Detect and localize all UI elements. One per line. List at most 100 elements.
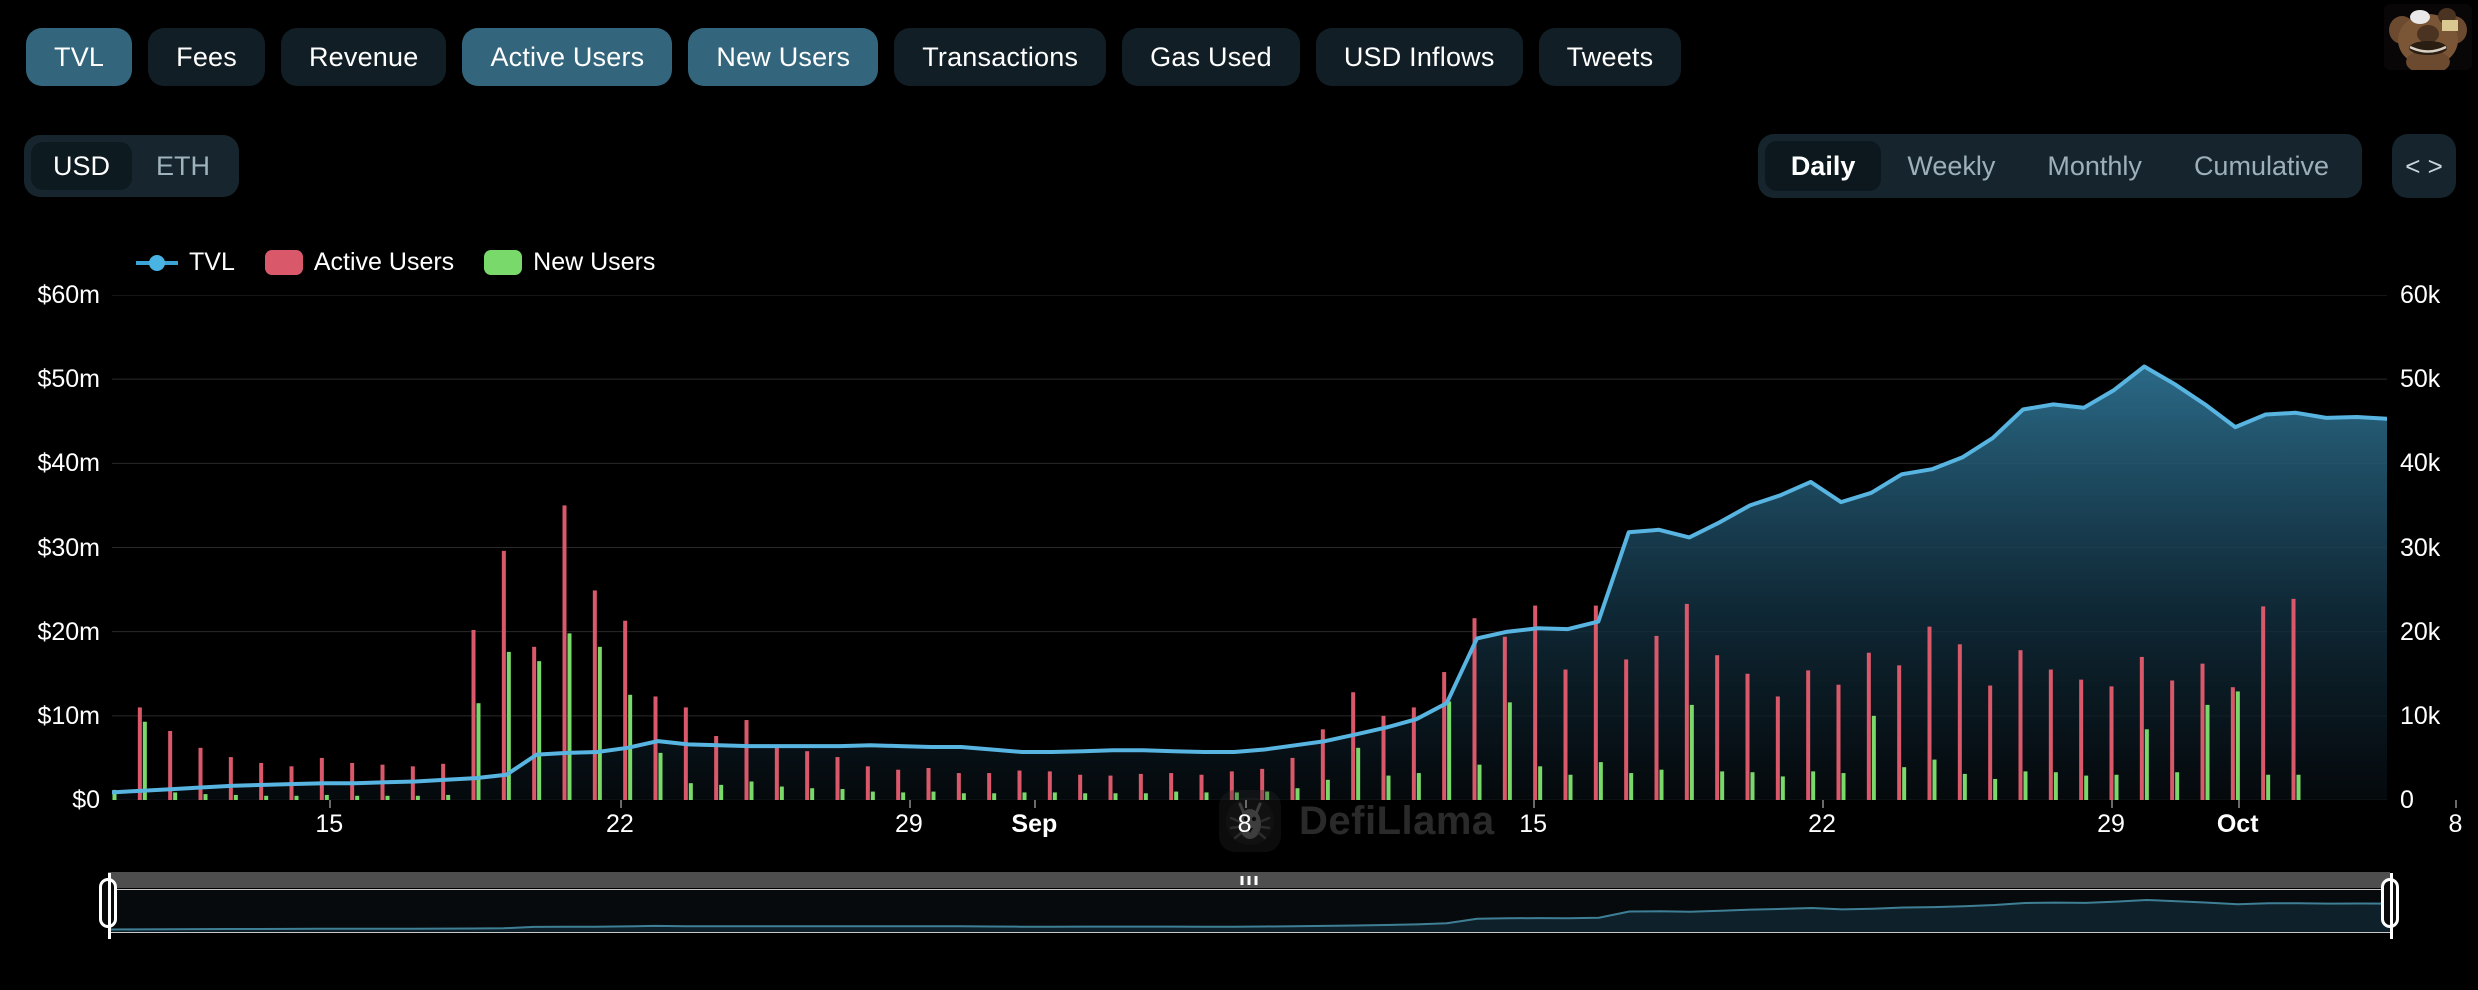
tvl-line-marker-icon — [136, 253, 178, 273]
bar-active-users — [1685, 604, 1689, 800]
x-axis-tick — [1034, 800, 1036, 808]
brush-handle-right[interactable] — [2381, 878, 2399, 928]
bar-active-users — [1139, 774, 1143, 800]
plot-canvas[interactable]: DefiLlama — [112, 295, 2387, 800]
legend-label-active-users: Active Users — [314, 248, 454, 277]
bar-active-users — [1230, 771, 1234, 800]
interval-cumulative[interactable]: Cumulative — [2168, 141, 2355, 191]
date-range-brush[interactable] — [108, 872, 2390, 934]
legend-item-new-users[interactable]: New Users — [484, 248, 655, 277]
x-axis-tick — [329, 800, 331, 808]
metric-tab-revenue[interactable]: Revenue — [281, 28, 446, 86]
x-axis-tick — [1245, 800, 1247, 808]
y-axis-right-tick: 0 — [2400, 786, 2414, 815]
bar-new-users — [1296, 788, 1300, 800]
bar-new-users — [568, 633, 572, 800]
y-axis-right-tick: 50k — [2400, 365, 2440, 394]
bar-new-users — [659, 753, 663, 800]
bar-new-users — [1144, 793, 1148, 800]
bar-new-users — [2266, 775, 2270, 800]
bar-new-users — [2054, 772, 2058, 800]
metric-tab-new-users[interactable]: New Users — [688, 28, 878, 86]
brush-track[interactable] — [108, 872, 2390, 888]
metric-tab-row: TVL Fees Revenue Active Users New Users Trans… — [26, 28, 1681, 86]
bar-new-users — [1478, 765, 1482, 800]
brush-mini-chart — [108, 890, 2390, 933]
brush-handle-left[interactable] — [99, 878, 117, 928]
bar-new-users — [1629, 773, 1633, 800]
active-users-swatch-icon — [265, 250, 303, 275]
bar-new-users — [204, 794, 208, 800]
bar-active-users — [2110, 686, 2114, 800]
bar-new-users — [477, 703, 481, 800]
bar-new-users — [1690, 705, 1694, 800]
bear-mascot-avatar[interactable] — [2384, 4, 2472, 70]
bar-new-users — [1872, 716, 1876, 800]
y-axis-right-tick: 10k — [2400, 702, 2440, 731]
brush-handle-right-stem — [2390, 873, 2393, 939]
legend-item-active-users[interactable]: Active Users — [265, 248, 454, 277]
code-brackets-icon: < > — [2405, 151, 2443, 182]
metric-tab-transactions[interactable]: Transactions — [894, 28, 1106, 86]
bar-new-users — [1720, 771, 1724, 800]
watermark-text: DefiLlama — [1299, 799, 1495, 844]
metric-tab-tvl[interactable]: TVL — [26, 28, 132, 86]
y-axis-left-tick: $50m — [37, 365, 100, 394]
chart-area[interactable]: DefiLlama $0$10m$20m$30m$40m$50m$60m 010… — [0, 295, 2478, 825]
bar-active-users — [2079, 680, 2083, 800]
bar-active-users — [1442, 672, 1446, 800]
bar-new-users — [1963, 774, 1967, 800]
bar-active-users — [502, 551, 506, 800]
bar-active-users — [532, 647, 536, 800]
bar-active-users — [1169, 773, 1173, 800]
legend-item-tvl[interactable]: TVL — [136, 248, 235, 277]
interval-daily[interactable]: Daily — [1765, 141, 1882, 191]
x-axis-tick — [2455, 800, 2457, 808]
bar-active-users — [775, 745, 779, 800]
bar-new-users — [2115, 775, 2119, 800]
bar-new-users — [537, 661, 541, 800]
bar-active-users — [896, 770, 900, 800]
metric-tab-gas-used[interactable]: Gas Used — [1122, 28, 1300, 86]
bar-active-users — [2170, 680, 2174, 800]
bar-new-users — [1417, 773, 1421, 800]
brush-grip-handle[interactable] — [1241, 876, 1258, 885]
bar-new-users — [1842, 773, 1846, 800]
bar-new-users — [1569, 775, 1573, 800]
bar-active-users — [1503, 637, 1507, 800]
bar-active-users — [623, 621, 627, 800]
bar-active-users — [2049, 670, 2053, 800]
interval-monthly[interactable]: Monthly — [2021, 141, 2168, 191]
metric-tab-tweets[interactable]: Tweets — [1539, 28, 1682, 86]
bar-active-users — [866, 766, 870, 800]
bar-new-users — [2175, 772, 2179, 800]
x-axis-tick-label: 22 — [1808, 810, 1836, 839]
legend-label-new-users: New Users — [533, 248, 655, 277]
bar-active-users — [836, 757, 840, 800]
bar-new-users — [750, 781, 754, 800]
bar-new-users — [2024, 771, 2028, 800]
embed-code-button[interactable]: < > — [2392, 134, 2456, 198]
bar-active-users — [259, 763, 263, 800]
denomination-usd[interactable]: USD — [31, 142, 132, 190]
bar-active-users — [1291, 758, 1295, 800]
bar-new-users — [1751, 772, 1755, 800]
bar-new-users — [962, 793, 966, 800]
bar-active-users — [2261, 606, 2265, 800]
interval-weekly[interactable]: Weekly — [1881, 141, 2021, 191]
defillama-protocol-chart-page: TVL Fees Revenue Active Users New Users Trans… — [0, 0, 2478, 990]
metric-tab-usd-inflows[interactable]: USD Inflows — [1316, 28, 1523, 86]
bar-new-users — [1447, 702, 1451, 800]
denomination-eth[interactable]: ETH — [134, 142, 232, 190]
metric-tab-active-users[interactable]: Active Users — [462, 28, 672, 86]
y-axis-left-tick: $20m — [37, 618, 100, 647]
bar-new-users — [173, 792, 177, 800]
metric-tab-fees[interactable]: Fees — [148, 28, 265, 86]
bar-active-users — [1260, 769, 1264, 800]
bar-new-users — [2206, 705, 2210, 800]
bar-new-users — [446, 795, 450, 800]
bar-active-users — [199, 748, 203, 800]
bar-new-users — [810, 788, 814, 800]
bar-new-users — [1326, 780, 1330, 800]
x-axis-tick-label: Oct — [2217, 810, 2259, 839]
